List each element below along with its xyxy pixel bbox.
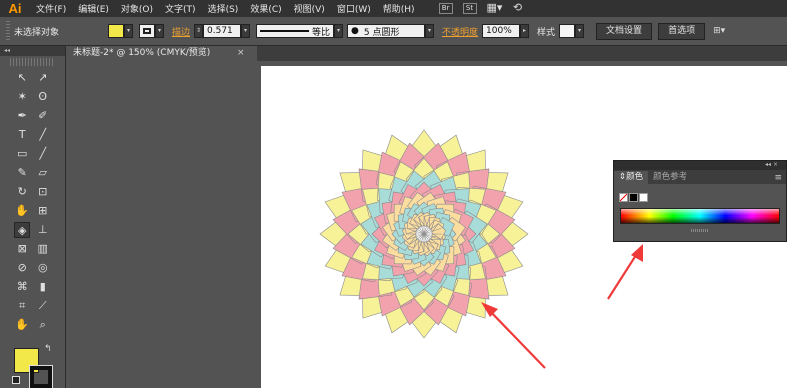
none-color-chip[interactable] [619,192,628,202]
color-panel: ◂◂ × ⇕颜色 颜色参考 ≡ [613,160,787,242]
tab-color[interactable]: ⇕颜色 [614,171,649,184]
black-color-chip[interactable] [629,192,638,202]
tab-color-guide[interactable]: 颜色参考 [648,171,692,184]
color-panel-resize-grip[interactable] [691,229,709,232]
white-color-chip[interactable] [639,192,648,202]
color-spectrum-bar[interactable] [620,208,780,224]
color-panel-collapse[interactable]: ◂◂ × [614,161,786,170]
panel-menu-icon[interactable]: ≡ [774,172,786,184]
tab-color-label: 颜色 [626,172,644,182]
